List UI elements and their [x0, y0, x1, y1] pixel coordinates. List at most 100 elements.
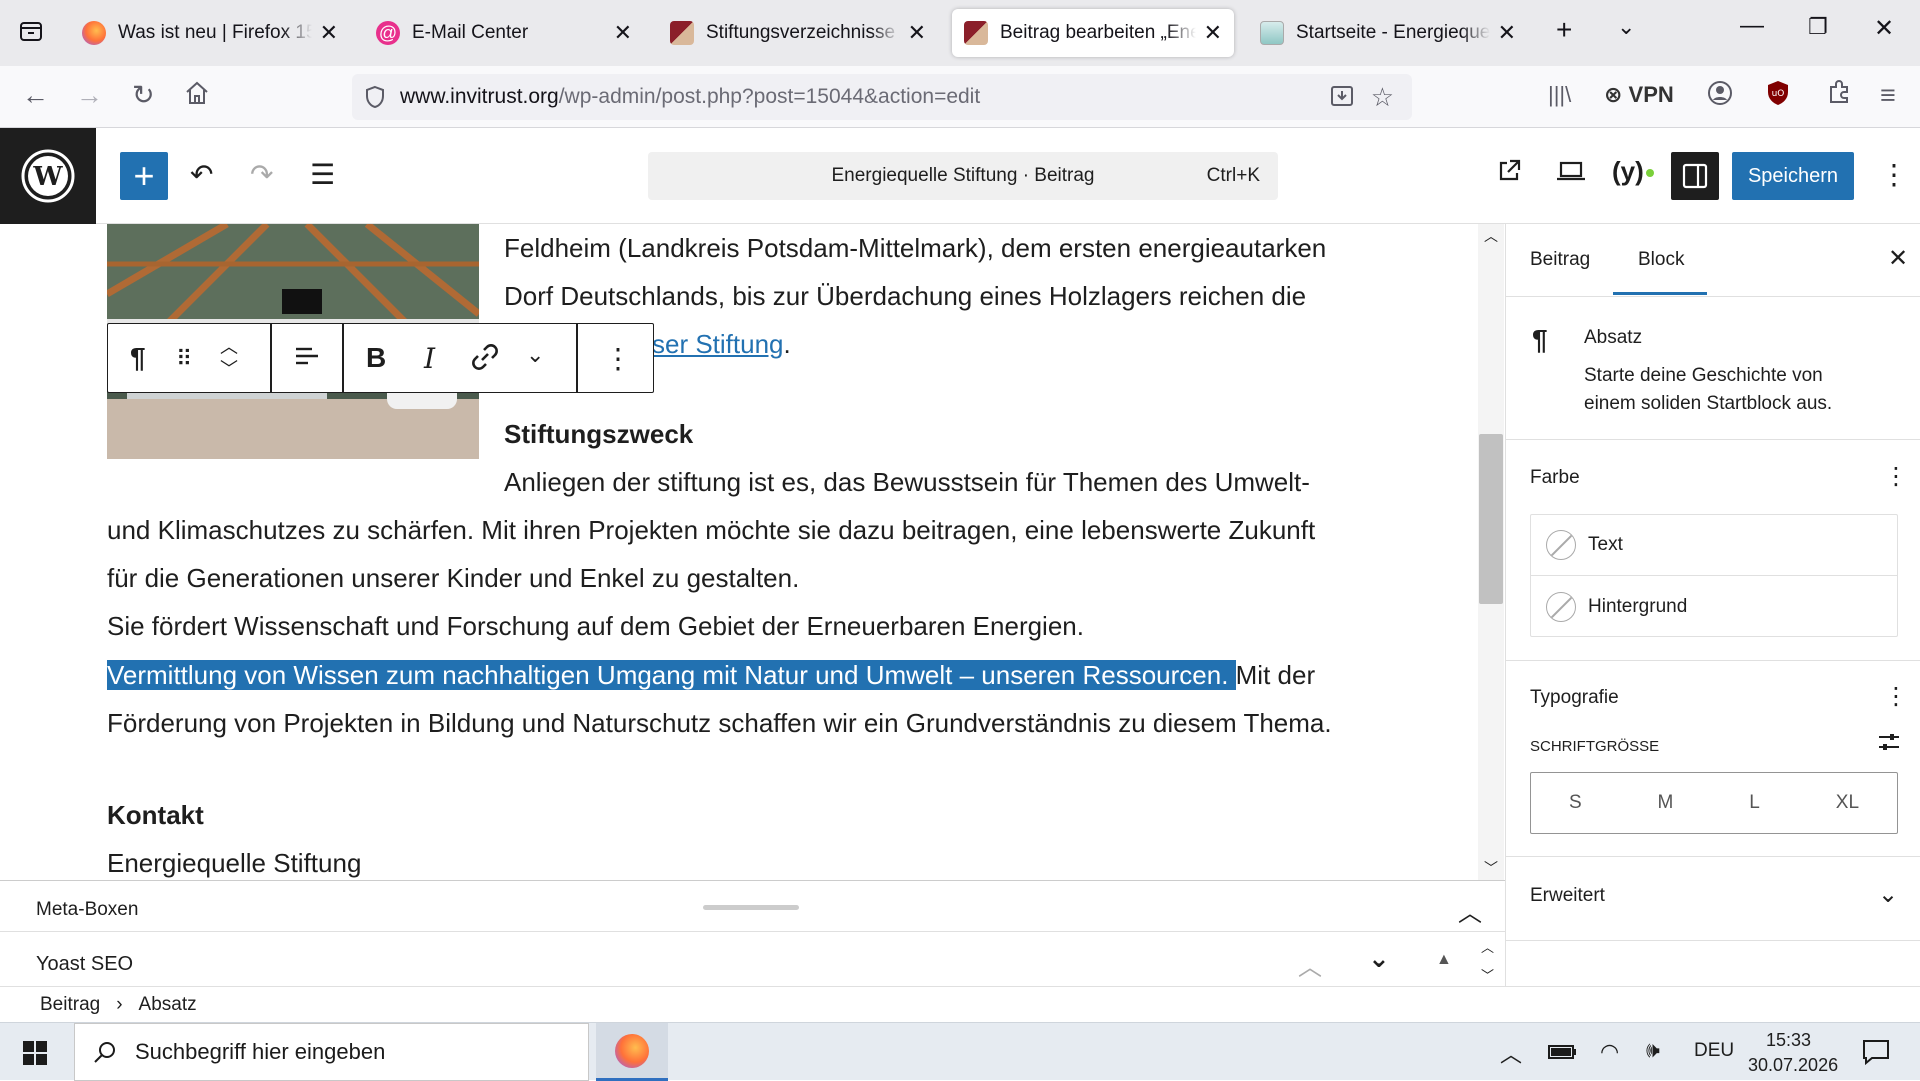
tab-post[interactable]: Beitrag	[1530, 249, 1590, 271]
text-color-option[interactable]: Text	[1530, 515, 1898, 576]
content-scrollbar[interactable]: ︿ ﹀	[1478, 224, 1504, 880]
block-options-icon[interactable]: ⋮	[604, 342, 632, 375]
italic-icon[interactable]: I	[424, 342, 435, 375]
battery-icon[interactable]	[1548, 1043, 1578, 1066]
scroll-down-icon[interactable]: ﹀	[1481, 965, 1494, 984]
color-options-icon[interactable]: ⋮	[1884, 462, 1908, 491]
breadcrumb-item[interactable]: Beitrag	[40, 994, 100, 1016]
yoast-seo-heading[interactable]: Yoast SEO	[36, 953, 133, 976]
paragraph-line[interactable]: Dorf Deutschlands, bis zur Überdachung e…	[504, 272, 1306, 321]
paragraph-line[interactable]: Sie fördert Wissenschaft und Forschung a…	[107, 602, 1084, 651]
typography-options-icon[interactable]: ⋮	[1884, 682, 1908, 711]
library-icon[interactable]: |||\	[1548, 82, 1571, 108]
paragraph-line[interactable]: Anliegen der stiftung ist es, das Bewuss…	[504, 458, 1310, 507]
close-tab-icon[interactable]: ✕	[1498, 20, 1516, 46]
home-icon[interactable]	[184, 80, 210, 113]
resize-handle[interactable]	[703, 905, 799, 910]
view-post-external-icon[interactable]	[1496, 158, 1522, 191]
taskbar-firefox-button[interactable]	[596, 1023, 668, 1081]
menu-hamburger-icon[interactable]: ≡	[1880, 80, 1896, 111]
heading-stiftungszweck[interactable]: Stiftungszweck	[504, 410, 693, 459]
scrollbar-thumb[interactable]	[1479, 434, 1503, 604]
preview-laptop-icon[interactable]	[1556, 158, 1586, 191]
close-tab-icon[interactable]: ✕	[908, 20, 926, 46]
chevron-down-icon[interactable]: ⌄	[1617, 14, 1635, 40]
breadcrumb-item[interactable]: Absatz	[139, 994, 197, 1016]
reload-icon[interactable]: ↻	[132, 80, 155, 111]
input-language[interactable]: DEU	[1694, 1040, 1734, 1062]
account-icon[interactable]	[1706, 79, 1734, 114]
foundation-link[interactable]: ser Stiftung	[652, 329, 784, 359]
undo-icon[interactable]: ↶	[190, 158, 213, 191]
browser-tab-stiftungsverzeichnisse[interactable]: Stiftungsverzeichnisse Arch ✕	[658, 9, 938, 57]
selected-text[interactable]: Vermittlung von Wissen zum nachhaltigen …	[107, 660, 1236, 690]
clock-date[interactable]: 30.07.2026	[1748, 1055, 1838, 1076]
close-tab-icon[interactable]: ✕	[1204, 20, 1222, 46]
editor-canvas[interactable]: Feldheim (Landkreis Potsdam-Mittelmark),…	[0, 224, 1480, 880]
scroll-up-icon[interactable]: ︿	[1481, 937, 1494, 956]
font-size-m[interactable]: M	[1658, 792, 1674, 814]
tab-block[interactable]: Block	[1638, 249, 1684, 271]
bold-icon[interactable]: B	[366, 342, 386, 374]
bookmark-star-icon[interactable]: ☆	[1371, 82, 1394, 113]
add-block-button[interactable]: +	[120, 152, 168, 200]
meta-boxes-toggle[interactable]: Meta-Boxen	[36, 899, 138, 921]
font-size-settings-icon[interactable]	[1876, 729, 1902, 761]
toggle-panel-triangle-icon[interactable]: ▲	[1436, 951, 1452, 969]
close-sidebar-icon[interactable]: ✕	[1888, 244, 1908, 273]
paragraph-line[interactable]: und Klimaschutzes zu schärfen. Mit ihren…	[107, 506, 1315, 555]
paragraph-pilcrow-icon[interactable]: ¶	[130, 342, 146, 374]
browser-tab-startseite[interactable]: Startseite - Energiequelle S ✕	[1248, 9, 1528, 57]
new-tab-icon[interactable]: +	[1556, 14, 1572, 46]
redo-icon[interactable]: ↷	[250, 158, 273, 191]
notifications-icon[interactable]	[1862, 1039, 1890, 1070]
save-to-pocket-icon[interactable]	[1330, 84, 1354, 108]
paragraph-line[interactable]: Vermittlung von Wissen zum nachhaltigen …	[107, 651, 1315, 700]
clock-time[interactable]: 15:33	[1766, 1030, 1811, 1051]
paragraph-line[interactable]: Feldheim (Landkreis Potsdam-Mittelmark),…	[504, 224, 1326, 273]
document-overview-icon[interactable]: ☰	[310, 158, 335, 191]
shield-icon[interactable]	[364, 85, 386, 109]
close-tab-icon[interactable]: ✕	[320, 20, 338, 46]
paragraph-line[interactable]: ser Stiftung.	[652, 320, 791, 369]
background-color-option[interactable]: Hintergrund	[1530, 576, 1898, 637]
tab-list-icon[interactable]	[18, 18, 44, 51]
ublock-origin-icon[interactable]: uO	[1766, 80, 1790, 113]
move-up-down-icon[interactable]: ︿ ﹀	[220, 336, 238, 380]
wordpress-logo-icon[interactable]: W	[0, 128, 96, 224]
drag-handle-icon[interactable]: ⠿	[176, 346, 192, 372]
close-tab-icon[interactable]: ✕	[614, 20, 632, 46]
font-size-xl[interactable]: XL	[1836, 792, 1859, 814]
font-size-s[interactable]: S	[1569, 792, 1582, 814]
close-window-icon[interactable]: ✕	[1874, 14, 1894, 43]
show-hidden-icons-chevron-icon[interactable]: ︿	[1500, 1037, 1522, 1069]
extensions-puzzle-icon[interactable]	[1826, 79, 1852, 112]
vpn-button[interactable]: ⊗ VPN	[1604, 82, 1674, 108]
browser-tab-edit-post[interactable]: Beitrag bearbeiten „Energie ✕	[952, 9, 1234, 57]
paragraph-line[interactable]: Förderung von Projekten in Bildung und N…	[107, 699, 1332, 748]
advanced-panel-toggle[interactable]: Erweitert	[1530, 885, 1605, 907]
scroll-up-icon[interactable]: ︿	[1484, 226, 1498, 246]
back-arrow-icon[interactable]: ←	[22, 80, 49, 111]
scroll-down-icon[interactable]: ﹀	[1484, 858, 1498, 878]
chevron-up-icon[interactable]: ︿	[1458, 893, 1482, 928]
address-bar[interactable]: www.invitrust.org/wp-admin/post.php?post…	[352, 74, 1412, 120]
wifi-icon[interactable]: ◠	[1600, 1039, 1619, 1065]
chevron-down-icon[interactable]: ⌄	[1368, 943, 1390, 974]
heading-kontakt[interactable]: Kontakt	[107, 791, 204, 840]
save-button[interactable]: Speichern	[1732, 152, 1854, 200]
browser-tab-email[interactable]: @ E-Mail Center ✕	[364, 9, 644, 57]
more-options-vertical-icon[interactable]: ⋮	[1880, 158, 1908, 191]
font-size-l[interactable]: L	[1749, 792, 1760, 814]
paragraph-line[interactable]: für die Generationen unserer Kinder und …	[107, 554, 799, 603]
windows-start-icon[interactable]	[22, 1040, 48, 1071]
align-left-icon[interactable]	[292, 342, 320, 377]
command-palette-button[interactable]: Energiequelle Stiftung · Beitrag Ctrl+K	[648, 152, 1278, 200]
restore-window-icon[interactable]: ❐	[1808, 14, 1828, 40]
taskbar-search-box[interactable]: Suchbegriff hier eingeben	[74, 1023, 589, 1081]
forward-arrow-icon[interactable]: →	[76, 80, 103, 111]
settings-sidebar-toggle[interactable]	[1671, 152, 1719, 200]
link-icon[interactable]	[470, 342, 500, 379]
chevron-down-icon[interactable]: ⌄	[1878, 880, 1898, 909]
more-formatting-chevron-icon[interactable]: ⌄	[526, 342, 544, 368]
